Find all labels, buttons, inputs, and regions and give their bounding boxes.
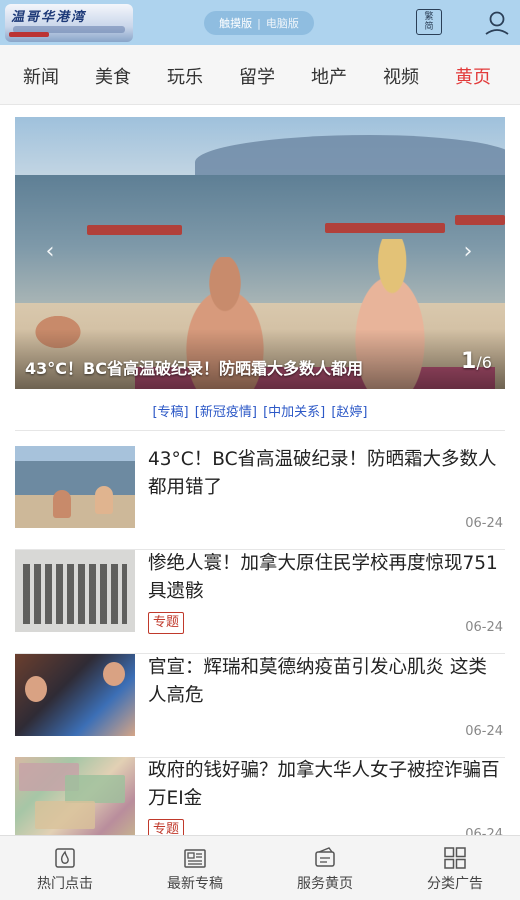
- tab-label: 服务黄页: [297, 876, 353, 892]
- news-thumbnail: [15, 757, 135, 839]
- tab-label: 最新专稿: [167, 876, 223, 892]
- ship-shape: [325, 223, 445, 233]
- version-separator: |: [257, 16, 261, 30]
- user-icon[interactable]: [484, 10, 510, 36]
- newspaper-icon: [183, 846, 207, 870]
- news-title[interactable]: 惨绝人寰！加拿大原住民学校再度惊现751具遗骸: [148, 550, 503, 606]
- news-thumbnail: [15, 446, 135, 528]
- carousel-next-icon[interactable]: ›: [458, 240, 478, 264]
- traditional-simplified-switch-icon[interactable]: 繁 简: [416, 9, 442, 35]
- ship-shape: [87, 225, 182, 235]
- nav-food[interactable]: 美食: [95, 63, 131, 89]
- tab-hot[interactable]: 热门点击: [0, 836, 130, 900]
- news-item[interactable]: 43°C！BC省高温破纪录！防晒霜大多数人都用错了 06-24: [15, 446, 505, 550]
- nav-yellowpages[interactable]: 黄页: [455, 63, 491, 89]
- news-date: 06-24: [465, 516, 503, 531]
- nav-fun[interactable]: 玩乐: [167, 63, 203, 89]
- nav-study[interactable]: 留学: [239, 63, 275, 89]
- carousel-index: 1/6: [461, 349, 501, 374]
- site-logo[interactable]: 温哥华港湾: [5, 4, 133, 42]
- carousel-total: /6: [476, 353, 492, 372]
- nav-news[interactable]: 新闻: [23, 63, 59, 89]
- card-icon: [313, 846, 337, 870]
- flame-icon: [53, 846, 77, 870]
- news-title[interactable]: 43°C！BC省高温破纪录！防晒霜大多数人都用错了: [148, 446, 503, 502]
- news-thumbnail: [15, 550, 135, 632]
- carousel-caption[interactable]: 43°C！BC省高温破纪录！防晒霜大多数人都用: [25, 355, 445, 379]
- tab-label: 分类广告: [427, 876, 483, 892]
- top-header: 温哥华港湾 触摸版 | 电脑版 繁 简: [0, 0, 520, 45]
- version-toggle: 触摸版 | 电脑版: [204, 11, 314, 35]
- news-date: 06-24: [465, 620, 503, 635]
- touch-version-link[interactable]: 触摸版: [219, 15, 252, 31]
- tag-link[interactable]: [赵婷]: [331, 405, 367, 420]
- divider: [15, 430, 505, 431]
- nav-realestate[interactable]: 地产: [311, 63, 347, 89]
- tab-yellowpages[interactable]: 服务黄页: [260, 836, 390, 900]
- news-title[interactable]: 官宣：辉瑞和莫德纳疫苗引发心肌炎 这类人高危: [148, 654, 503, 710]
- news-item[interactable]: 官宣：辉瑞和莫德纳疫苗引发心肌炎 这类人高危 06-24: [15, 654, 505, 758]
- tab-latest[interactable]: 最新专稿: [130, 836, 260, 900]
- news-item[interactable]: 惨绝人寰！加拿大原住民学校再度惊现751具遗骸 专题 06-24: [15, 550, 505, 654]
- desktop-version-link[interactable]: 电脑版: [266, 15, 299, 31]
- tab-classifieds[interactable]: 分类广告: [390, 836, 520, 900]
- tag-link[interactable]: [中加关系]: [263, 405, 325, 420]
- grid-icon: [443, 846, 467, 870]
- news-date: 06-24: [465, 724, 503, 739]
- topic-tags: [专稿] [新冠疫情] [中加关系] [赵婷]: [0, 401, 520, 420]
- carousel-current: 1: [461, 349, 477, 374]
- bottom-tab-bar: 热门点击 最新专稿 服务黄页 分类广告: [0, 835, 520, 900]
- nav-video[interactable]: 视频: [383, 63, 419, 89]
- news-thumbnail: [15, 654, 135, 736]
- tag-link[interactable]: [新冠疫情]: [195, 405, 257, 420]
- category-nav: 新闻 美食 玩乐 留学 地产 视频 黄页: [0, 45, 520, 105]
- logo-ship-graphic: [9, 32, 49, 37]
- tag-link[interactable]: [专稿]: [152, 405, 188, 420]
- logo-text: 温哥华港湾: [11, 10, 87, 25]
- special-topic-badge: 专题: [148, 612, 185, 634]
- tab-label: 热门点击: [37, 876, 93, 892]
- news-title[interactable]: 政府的钱好骗？加拿大华人女子被控诈骗百万EI金: [148, 757, 503, 813]
- carousel-prev-icon[interactable]: ‹: [40, 240, 60, 264]
- ship-shape: [455, 215, 505, 225]
- headline-carousel[interactable]: ‹ › 43°C！BC省高温破纪录！防晒霜大多数人都用 1/6: [15, 117, 505, 389]
